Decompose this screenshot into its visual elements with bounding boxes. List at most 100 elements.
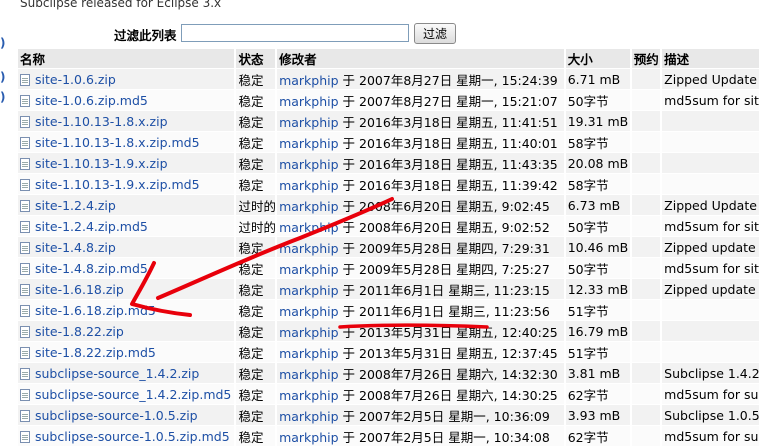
- file-link[interactable]: site-1.6.18.zip.md5: [35, 303, 156, 318]
- user-link[interactable]: markphip: [279, 304, 338, 319]
- user-link[interactable]: markphip: [279, 430, 338, 445]
- modified-time: 于 2009年5月28日 星期四, 7:25:27: [342, 261, 550, 277]
- column-header-description[interactable]: 描述: [662, 49, 759, 69]
- left-edge-marker: ): [0, 36, 6, 50]
- table-row: site-1.8.22.zip 稳定 markphip 于 2013年5月31日 星…: [18, 321, 759, 342]
- file-link[interactable]: site-1.6.18.zip: [35, 282, 124, 297]
- description-cell: Zipped update site: [662, 279, 759, 300]
- modified-cell: markphip 于 2008年7月26日 星期六, 14:32:30: [277, 363, 564, 384]
- modified-cell: markphip 于 2009年5月28日 星期四, 7:29:31: [277, 237, 564, 258]
- file-link[interactable]: site-1.2.4.zip: [35, 198, 116, 213]
- file-link[interactable]: subclipse-source-1.0.5.zip.md5: [35, 429, 230, 444]
- file-icon: [20, 262, 30, 275]
- modified-time: 于 2016年3月18日 星期五, 11:39:42: [342, 177, 558, 193]
- user-link[interactable]: markphip: [279, 199, 338, 214]
- status-cell: 稳定: [236, 237, 276, 258]
- table-row: subclipse-source-1.0.5.zip 稳定 markphip 于 2…: [18, 405, 759, 426]
- modified-time: 于 2007年2月5日 星期一, 10:36:09: [342, 408, 550, 424]
- size-cell: 3.93 mB: [565, 405, 630, 426]
- file-name-cell: site-1.0.6.zip: [18, 69, 235, 90]
- file-name-cell: subclipse-source-1.0.5.zip: [18, 405, 235, 426]
- user-link[interactable]: markphip: [279, 283, 338, 298]
- user-link[interactable]: markphip: [279, 346, 338, 361]
- file-icon: [20, 346, 30, 359]
- file-link[interactable]: site-1.10.13-1.8.x.zip.md5: [35, 135, 200, 150]
- description-cell: md5sum for subclipse: [662, 426, 759, 447]
- file-link[interactable]: subclipse-source_1.4.2.zip: [35, 366, 199, 381]
- user-link[interactable]: markphip: [279, 367, 338, 382]
- description-cell: md5sum for subclipse: [662, 384, 759, 405]
- description-cell: [662, 300, 759, 321]
- file-link[interactable]: site-1.0.6.zip: [35, 72, 116, 87]
- status-cell: 稳定: [236, 300, 276, 321]
- file-name-cell: site-1.10.13-1.8.x.zip.md5: [18, 132, 235, 153]
- user-link[interactable]: markphip: [279, 136, 338, 151]
- left-edge-marker: ): [0, 90, 6, 104]
- file-link[interactable]: site-1.4.8.zip.md5: [35, 261, 148, 276]
- modified-time: 于 2011年6月1日 星期三, 11:23:15: [342, 282, 550, 298]
- user-link[interactable]: markphip: [279, 388, 338, 403]
- table-row: site-1.0.6.zip.md5 稳定 markphip 于 2007年8月27…: [18, 90, 759, 111]
- table-row: site-1.6.18.zip 稳定 markphip 于 2011年6月1日 星期…: [18, 279, 759, 300]
- user-link[interactable]: markphip: [279, 73, 338, 88]
- column-header-status[interactable]: 状态: [236, 49, 276, 69]
- reserve-cell: [631, 153, 661, 174]
- file-icon: [20, 409, 30, 422]
- column-header-name[interactable]: 名称: [18, 49, 235, 69]
- user-link[interactable]: markphip: [279, 178, 338, 193]
- user-link[interactable]: markphip: [279, 115, 338, 130]
- size-cell: 16.79 mB: [565, 321, 630, 342]
- file-link[interactable]: site-1.10.13-1.9.x.zip.md5: [35, 177, 200, 192]
- column-header-reserve[interactable]: 预约: [631, 49, 661, 69]
- table-row: subclipse-source_1.4.2.zip 稳定 markphip 于 2…: [18, 363, 759, 384]
- file-link[interactable]: subclipse-source-1.0.5.zip: [35, 408, 198, 423]
- modified-cell: markphip 于 2011年6月1日 星期三, 11:23:56: [277, 300, 564, 321]
- column-header-modified-by[interactable]: 修改者: [277, 49, 564, 69]
- user-link[interactable]: markphip: [279, 94, 338, 109]
- modified-cell: markphip 于 2008年6月20日 星期五, 9:02:52: [277, 216, 564, 237]
- file-link[interactable]: site-1.10.13-1.8.x.zip: [35, 114, 168, 129]
- status-cell: 稳定: [236, 321, 276, 342]
- description-cell: md5sum for site: [662, 90, 759, 111]
- reserve-cell: [631, 174, 661, 195]
- file-link[interactable]: site-1.8.22.zip.md5: [35, 345, 156, 360]
- user-link[interactable]: markphip: [279, 325, 338, 340]
- status-cell: 稳定: [236, 174, 276, 195]
- file-name-cell: site-1.0.6.zip.md5: [18, 90, 235, 111]
- file-name-cell: site-1.2.4.zip.md5: [18, 216, 235, 237]
- status-cell: 稳定: [236, 69, 276, 90]
- table-row: site-1.4.8.zip.md5 稳定 markphip 于 2009年5月28…: [18, 258, 759, 279]
- user-link[interactable]: markphip: [279, 409, 338, 424]
- status-cell: 过时的: [236, 195, 276, 216]
- file-name-cell: site-1.10.13-1.9.x.zip: [18, 153, 235, 174]
- file-link[interactable]: site-1.4.8.zip: [35, 240, 116, 255]
- reserve-cell: [631, 216, 661, 237]
- modified-time: 于 2008年7月26日 星期六, 14:32:30: [342, 366, 558, 382]
- file-link[interactable]: subclipse-source_1.4.2.zip.md5: [35, 387, 231, 402]
- description-cell: Subclipse 1.0.5 source: [662, 405, 759, 426]
- file-icon: [20, 241, 30, 254]
- file-icon: [20, 283, 30, 296]
- file-link[interactable]: site-1.8.22.zip: [35, 324, 124, 339]
- user-link[interactable]: markphip: [279, 157, 338, 172]
- user-link[interactable]: markphip: [279, 262, 338, 277]
- modified-time: 于 2011年6月1日 星期三, 11:23:56: [342, 303, 550, 319]
- size-cell: 58字节: [565, 174, 630, 195]
- file-link[interactable]: site-1.10.13-1.9.x.zip: [35, 156, 168, 171]
- column-header-size[interactable]: 大小: [565, 49, 630, 69]
- description-cell: Zipped update site: [662, 237, 759, 258]
- modified-time: 于 2016年3月18日 星期五, 11:43:35: [342, 156, 558, 172]
- description-cell: md5sum for site: [662, 258, 759, 279]
- file-link[interactable]: site-1.2.4.zip.md5: [35, 219, 148, 234]
- filter-input[interactable]: [181, 24, 409, 42]
- filter-button[interactable]: 过滤: [414, 23, 456, 44]
- modified-time: 于 2013年5月31日 星期五, 12:40:25: [342, 324, 558, 340]
- file-icon: [20, 94, 30, 107]
- status-cell: 稳定: [236, 153, 276, 174]
- status-cell: 稳定: [236, 405, 276, 426]
- user-link[interactable]: markphip: [279, 241, 338, 256]
- file-name-cell: site-1.10.13-1.8.x.zip: [18, 111, 235, 132]
- table-row: subclipse-source_1.4.2.zip.md5 稳定 markphip…: [18, 384, 759, 405]
- file-link[interactable]: site-1.0.6.zip.md5: [35, 93, 148, 108]
- user-link[interactable]: markphip: [279, 220, 338, 235]
